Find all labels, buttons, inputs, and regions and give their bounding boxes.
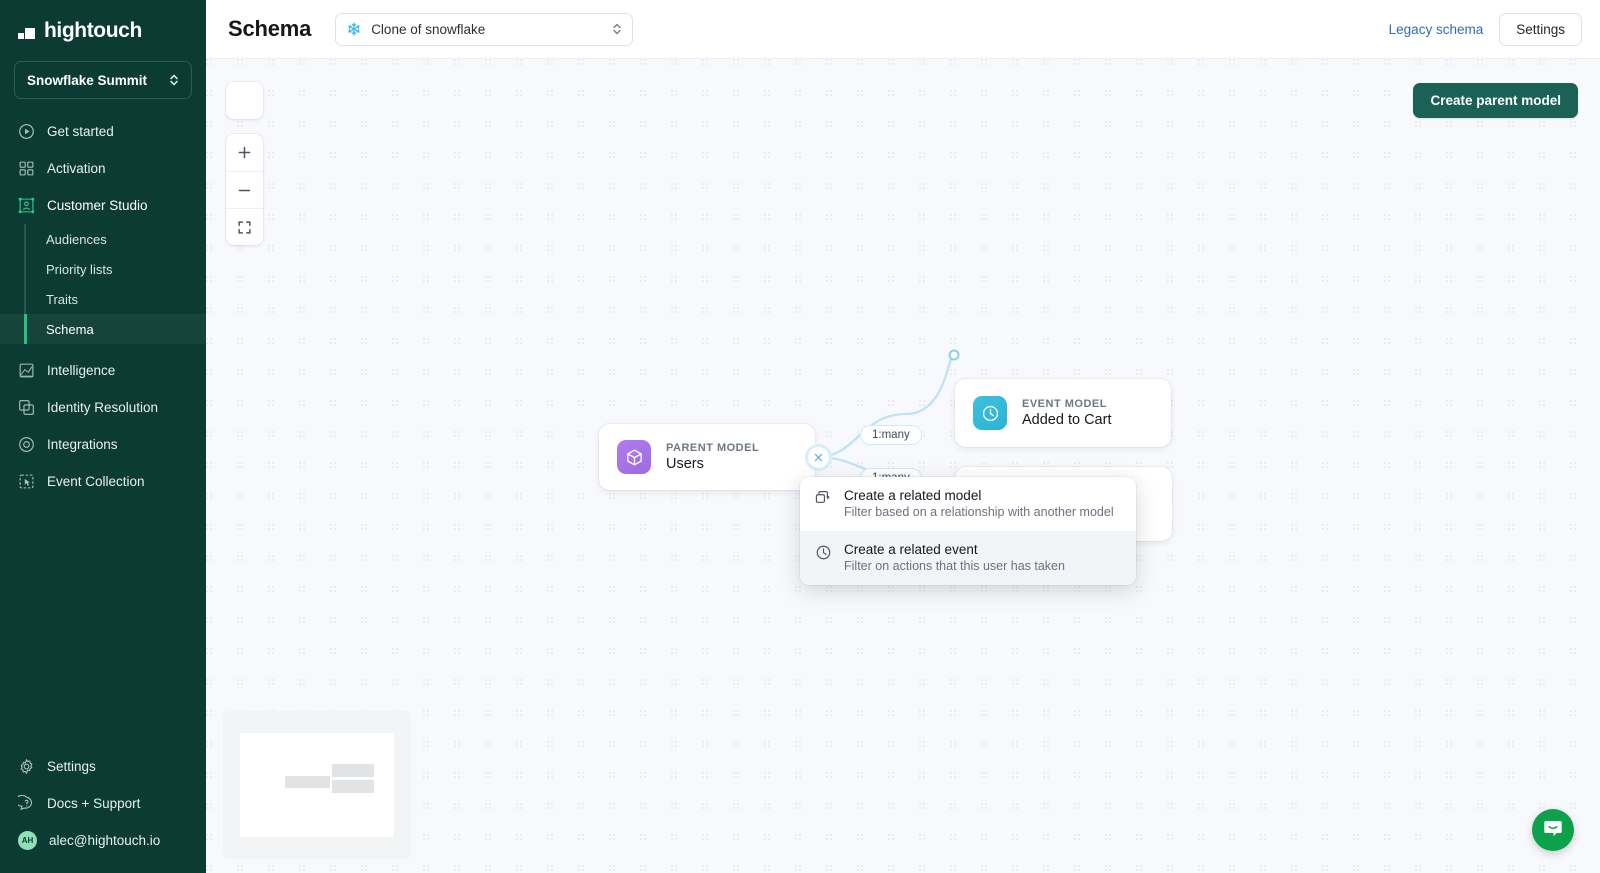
sidebar-item-get-started[interactable]: Get started [0, 113, 206, 150]
source-select[interactable]: Clone of snowflake [335, 12, 634, 46]
sidebar: hightouch Snowflake Summit Get started A… [0, 0, 206, 873]
sidebar-item-event-collection[interactable]: Event Collection [0, 463, 206, 500]
sidebar-item-label: Customer Studio [47, 198, 148, 213]
sidebar-item-activation[interactable]: Activation [0, 150, 206, 187]
node-name-label: Added to Cart [1022, 412, 1112, 428]
sidebar-item-audiences[interactable]: Audiences [0, 224, 206, 254]
chart-area-icon [18, 362, 35, 379]
sidebar-item-label: Docs + Support [47, 796, 141, 811]
grid-squares-icon [18, 160, 35, 177]
sidebar-item-schema[interactable]: Schema [0, 314, 206, 344]
menu-item-text: Create a related model Filter based on a… [844, 488, 1114, 519]
sidebar-subitem-label: Audiences [46, 231, 107, 247]
legacy-schema-link[interactable]: Legacy schema [1389, 22, 1484, 37]
sidebar-item-label: Intelligence [47, 363, 116, 378]
zoom-in-button[interactable] [226, 134, 263, 171]
menu-item-text: Create a related event Filter on actions… [844, 542, 1065, 573]
zoom-out-button[interactable] [226, 171, 263, 208]
edge-connectors [817, 349, 960, 516]
snowflake-icon [346, 21, 362, 37]
node-event-model[interactable]: EVENT MODEL Added to Cart [955, 379, 1171, 447]
minimap-node [332, 780, 374, 793]
sidebar-subnav: Audiences Priority lists Traits Schema [0, 224, 206, 344]
sidebar-item-label: Get started [47, 124, 114, 139]
fit-view-button[interactable] [226, 208, 263, 245]
sidebar-item-label: Activation [47, 161, 106, 176]
sidebar-item-docs-support[interactable]: Docs + Support [0, 785, 206, 822]
menu-item-title: Create a related event [844, 542, 978, 557]
create-relationship-menu: Create a related model Filter based on a… [800, 477, 1136, 585]
sidebar-item-label: Identity Resolution [47, 400, 159, 415]
minimap-viewport [240, 733, 394, 837]
source-select-value: Clone of snowflake [371, 21, 486, 37]
node-text: EVENT MODEL Added to Cart [1022, 398, 1111, 428]
topbar-actions: Legacy schema Settings [1389, 12, 1582, 46]
identity-icon [18, 399, 35, 416]
menu-item-create-related-event[interactable]: Create a related event Filter on actions… [800, 531, 1136, 585]
schema-canvas[interactable]: Create parent model PARENT MODEL Users 1… [206, 59, 1600, 873]
intercom-chat-button[interactable] [1532, 809, 1574, 851]
node-text: PARENT MODEL Users [666, 442, 759, 472]
top-bar: Schema Clone of snowflake Legacy schema … [206, 0, 1600, 59]
sidebar-item-label: Integrations [47, 437, 118, 452]
node-kind-label: PARENT MODEL [666, 442, 760, 454]
sidebar-item-identity-resolution[interactable]: Identity Resolution [0, 389, 206, 426]
chevron-updown-icon [169, 73, 179, 87]
avatar: AH [18, 831, 37, 850]
sidebar-item-settings[interactable]: Settings [0, 748, 206, 785]
sidebar-item-customer-studio[interactable]: Customer Studio [0, 187, 206, 224]
integrations-icon [18, 436, 35, 453]
canvas-zoom-controls [226, 134, 263, 245]
workspace-name: Snowflake Summit [27, 72, 148, 88]
user-email: alec@hightouch.io [49, 833, 161, 848]
menu-item-title: Create a related model [844, 488, 982, 503]
sidebar-subitem-label: Priority lists [46, 261, 113, 277]
sidebar-item-traits[interactable]: Traits [0, 284, 206, 314]
create-parent-model-button[interactable]: Create parent model [1413, 83, 1578, 118]
relationship-badge: 1:many [860, 425, 922, 445]
chevron-updown-icon [612, 22, 622, 36]
clock-icon [815, 544, 832, 561]
logo-wordmark: hightouch [44, 19, 142, 42]
question-bubble-icon [15, 794, 35, 812]
sidebar-bottom-nav: Settings Docs + Support AH alec@hightouc… [0, 748, 206, 873]
node-kind-label: EVENT MODEL [1022, 398, 1107, 410]
event-collection-icon [18, 473, 35, 490]
add-relationship-handle[interactable] [805, 444, 832, 471]
sidebar-item-integrations[interactable]: Integrations [0, 426, 206, 463]
clock-icon [973, 396, 1007, 430]
cube-icon [617, 440, 651, 474]
hightouch-logo-icon [18, 23, 36, 39]
canvas-minimap[interactable] [223, 711, 411, 859]
canvas-search-box [226, 82, 263, 119]
minimap-node [332, 764, 374, 777]
minimap-node [285, 776, 330, 788]
app-logo[interactable]: hightouch [0, 0, 206, 48]
page-title: Schema [228, 16, 312, 41]
play-circle-icon [18, 123, 35, 140]
node-parent-model[interactable]: PARENT MODEL Users [599, 424, 815, 490]
sidebar-item-user-account[interactable]: AH alec@hightouch.io [0, 822, 206, 859]
node-name-label: Users [666, 456, 704, 472]
workspace-switcher[interactable]: Snowflake Summit [14, 61, 192, 99]
sidebar-item-intelligence[interactable]: Intelligence [0, 352, 206, 389]
menu-item-subtitle: Filter on actions that this user has tak… [844, 559, 1065, 573]
stacked-layers-icon [815, 490, 832, 507]
sidebar-nav: Get started Activation Customer Studio A… [0, 113, 206, 500]
intercom-chat-icon [1542, 817, 1564, 844]
sidebar-item-label: Settings [47, 759, 96, 774]
customer-studio-icon [18, 197, 35, 214]
menu-item-create-related-model[interactable]: Create a related model Filter based on a… [800, 477, 1136, 531]
sidebar-subitem-label: Schema [46, 321, 94, 337]
menu-item-subtitle: Filter based on a relationship with anot… [844, 505, 1114, 519]
sidebar-item-label: Event Collection [47, 474, 145, 489]
search-icon[interactable] [226, 82, 263, 119]
gear-icon [18, 758, 35, 775]
sidebar-item-priority-lists[interactable]: Priority lists [0, 254, 206, 284]
sidebar-subitem-label: Traits [46, 291, 79, 307]
settings-button[interactable]: Settings [1499, 12, 1582, 46]
